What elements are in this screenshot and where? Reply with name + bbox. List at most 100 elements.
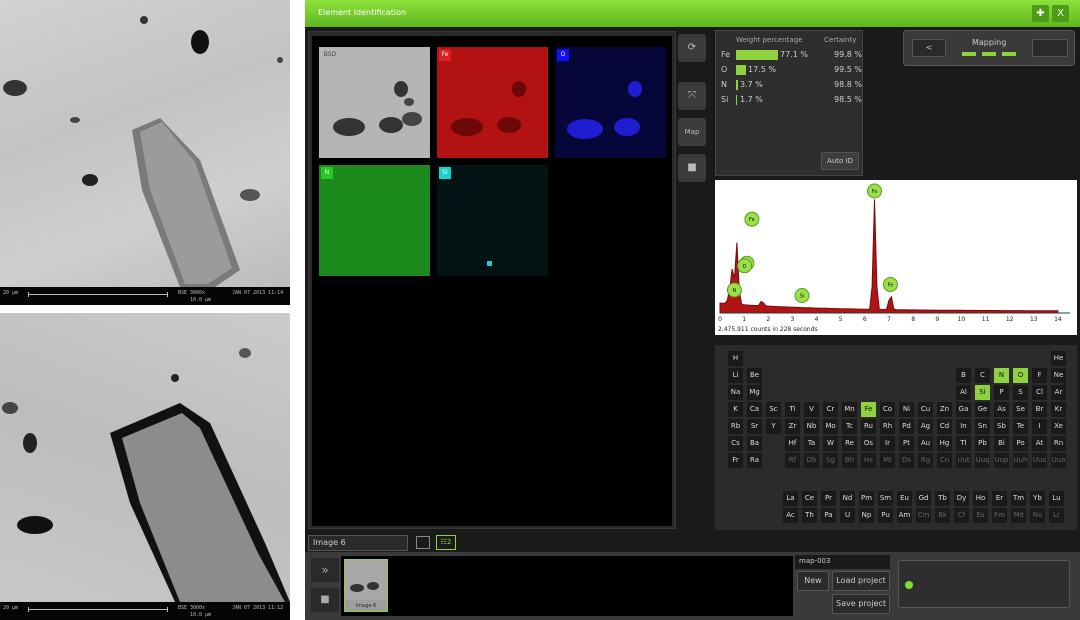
expand-button[interactable]: ⤧ <box>678 82 706 110</box>
element-u[interactable]: U <box>840 508 855 523</box>
element-tc[interactable]: Tc <box>842 419 857 434</box>
element-i[interactable]: I <box>1032 419 1047 434</box>
element-s[interactable]: S <box>1013 385 1028 400</box>
element-y[interactable]: Y <box>766 419 781 434</box>
element-ta[interactable]: Ta <box>804 436 819 451</box>
element-ba[interactable]: Ba <box>747 436 762 451</box>
element-ga[interactable]: Ga <box>956 402 971 417</box>
element-hg[interactable]: Hg <box>937 436 952 451</box>
element-yb[interactable]: Yb <box>1030 491 1045 506</box>
element-ce[interactable]: Ce <box>802 491 817 506</box>
element-fm[interactable]: Fm <box>992 508 1007 523</box>
element-sg[interactable]: Sg <box>823 453 838 468</box>
element-cl[interactable]: Cl <box>1032 385 1047 400</box>
element-es[interactable]: Es <box>973 508 988 523</box>
element-lr[interactable]: Lr <box>1049 508 1064 523</box>
element-cd[interactable]: Cd <box>937 419 952 434</box>
element-mg[interactable]: Mg <box>747 385 762 400</box>
element-pb[interactable]: Pb <box>975 436 990 451</box>
element-tb[interactable]: Tb <box>935 491 950 506</box>
element-se[interactable]: Se <box>1013 402 1028 417</box>
element-ne[interactable]: Ne <box>1051 368 1066 383</box>
element-nd[interactable]: Nd <box>840 491 855 506</box>
element-hf[interactable]: Hf <box>785 436 800 451</box>
element-ca[interactable]: Ca <box>747 402 762 417</box>
element-la[interactable]: La <box>783 491 798 506</box>
element-sb[interactable]: Sb <box>994 419 1009 434</box>
map-tile-bsd[interactable]: BSD <box>319 47 430 158</box>
element-rf[interactable]: Rf <box>785 453 800 468</box>
element-pm[interactable]: Pm <box>859 491 874 506</box>
element-ho[interactable]: Ho <box>973 491 988 506</box>
element-np[interactable]: Np <box>859 508 874 523</box>
element-c[interactable]: C <box>975 368 990 383</box>
grid-view-icon[interactable]: ☷2 <box>436 535 456 550</box>
element-b[interactable]: B <box>956 368 971 383</box>
element-lu[interactable]: Lu <box>1049 491 1064 506</box>
element-kr[interactable]: Kr <box>1051 402 1066 417</box>
element-co[interactable]: Co <box>880 402 895 417</box>
element-db[interactable]: Db <box>804 453 819 468</box>
element-ni[interactable]: Ni <box>899 402 914 417</box>
element-h[interactable]: H <box>728 351 743 366</box>
element-tl[interactable]: Tl <box>956 436 971 451</box>
element-pa[interactable]: Pa <box>821 508 836 523</box>
element-ru[interactable]: Ru <box>861 419 876 434</box>
element-gd[interactable]: Gd <box>916 491 931 506</box>
element-in[interactable]: In <box>956 419 971 434</box>
map-tile-o[interactable]: O <box>555 47 666 158</box>
element-xe[interactable]: Xe <box>1051 419 1066 434</box>
element-po[interactable]: Po <box>1013 436 1028 451</box>
expand-strip-button[interactable]: » <box>311 558 339 582</box>
element-si[interactable]: Si <box>975 385 990 400</box>
element-cr[interactable]: Cr <box>823 402 838 417</box>
element-mn[interactable]: Mn <box>842 402 857 417</box>
element-uus[interactable]: Uus <box>1032 453 1047 468</box>
element-ge[interactable]: Ge <box>975 402 990 417</box>
element-bk[interactable]: Bk <box>935 508 950 523</box>
element-cm[interactable]: Cm <box>916 508 931 523</box>
element-rg[interactable]: Rg <box>918 453 933 468</box>
element-zr[interactable]: Zr <box>785 419 800 434</box>
save-project-button[interactable]: Save project <box>832 594 890 614</box>
element-hs[interactable]: Hs <box>861 453 876 468</box>
element-fr[interactable]: Fr <box>728 453 743 468</box>
element-sc[interactable]: Sc <box>766 402 781 417</box>
element-br[interactable]: Br <box>1032 402 1047 417</box>
element-as[interactable]: As <box>994 402 1009 417</box>
element-er[interactable]: Er <box>992 491 1007 506</box>
mapping-prev-button[interactable]: < <box>912 39 946 57</box>
element-uup[interactable]: Uup <box>994 453 1009 468</box>
element-uuq[interactable]: Uuq <box>975 453 990 468</box>
element-k[interactable]: K <box>728 402 743 417</box>
element-ra[interactable]: Ra <box>747 453 762 468</box>
weight-row-si[interactable]: Si 1.7 % 98.5 % <box>716 92 864 107</box>
element-pr[interactable]: Pr <box>821 491 836 506</box>
element-rh[interactable]: Rh <box>880 419 895 434</box>
element-he[interactable]: He <box>1051 351 1066 366</box>
element-zn[interactable]: Zn <box>937 402 952 417</box>
single-view-icon[interactable] <box>416 536 430 549</box>
element-cu[interactable]: Cu <box>918 402 933 417</box>
element-bh[interactable]: Bh <box>842 453 857 468</box>
element-ds[interactable]: Ds <box>899 453 914 468</box>
element-os[interactable]: Os <box>861 436 876 451</box>
element-te[interactable]: Te <box>1013 419 1028 434</box>
element-ac[interactable]: Ac <box>783 508 798 523</box>
element-mo[interactable]: Mo <box>823 419 838 434</box>
map-tile-n[interactable]: N <box>319 165 430 276</box>
element-pd[interactable]: Pd <box>899 419 914 434</box>
element-p[interactable]: P <box>994 385 1009 400</box>
element-al[interactable]: Al <box>956 385 971 400</box>
map-tile-si[interactable]: Si <box>437 165 548 276</box>
element-sr[interactable]: Sr <box>747 419 762 434</box>
auto-id-button[interactable]: Auto ID <box>821 152 859 170</box>
close-button[interactable]: X <box>1052 5 1069 22</box>
element-ar[interactable]: Ar <box>1051 385 1066 400</box>
element-cs[interactable]: Cs <box>728 436 743 451</box>
element-re[interactable]: Re <box>842 436 857 451</box>
element-bi[interactable]: Bi <box>994 436 1009 451</box>
element-cf[interactable]: Cf <box>954 508 969 523</box>
element-am[interactable]: Am <box>897 508 912 523</box>
element-nb[interactable]: Nb <box>804 419 819 434</box>
